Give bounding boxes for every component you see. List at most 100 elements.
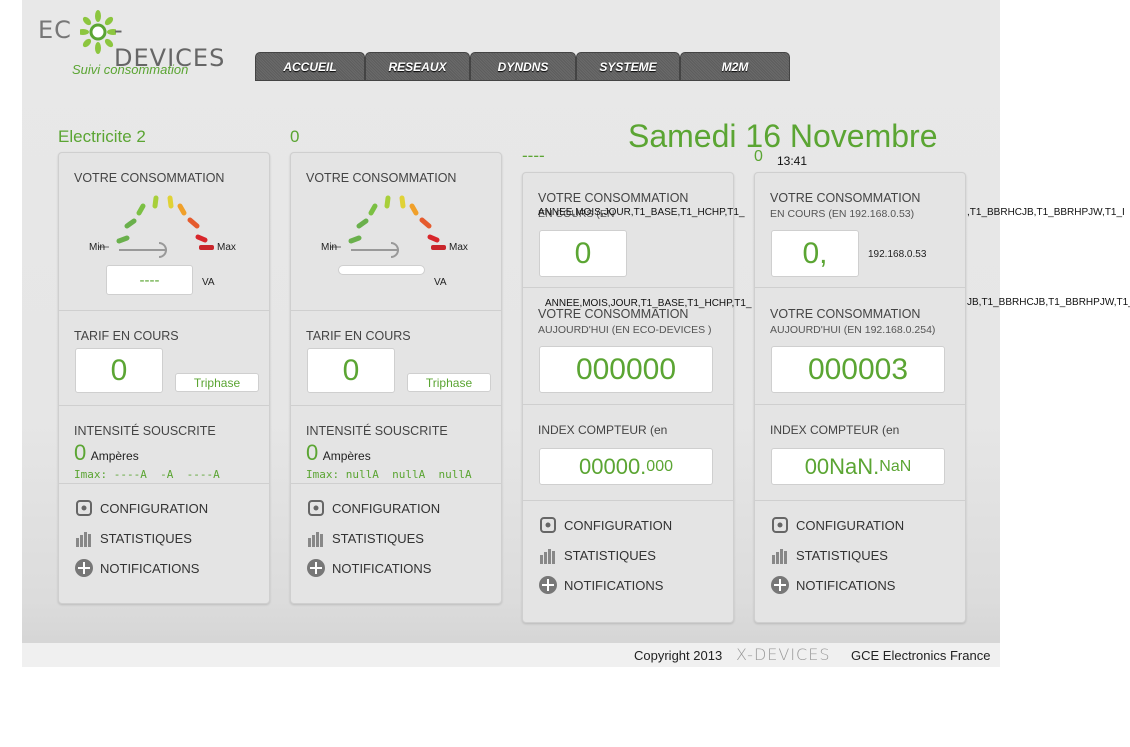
tarif-section: TARIF EN COURS 0 Triphase [59, 311, 269, 406]
gauge-min: Min [89, 242, 106, 253]
today-sub: AUJOURD'HUI (EN 192.168.0.254) [770, 324, 936, 336]
index-section: INDEX COMPTEUR (en 00000. 000 [523, 405, 733, 501]
menu-statistiques[interactable]: STATISTIQUES [306, 528, 424, 548]
card-4-overlay-top: ,T1_BBRHCJB,T1_BBRHPJW,T1_I [967, 207, 1125, 218]
menu-statistiques[interactable]: STATISTIQUES [770, 545, 888, 565]
menu-notifications-label: NOTIFICATIONS [796, 577, 896, 593]
menu-statistiques-label: STATISTIQUES [796, 547, 888, 563]
configuration-icon [538, 515, 558, 535]
menu-notifications-label: NOTIFICATIONS [100, 560, 200, 576]
tarif-type: Triphase [407, 373, 491, 392]
intensity-value: 0 [74, 440, 87, 465]
card-3-title: ---- [522, 146, 545, 165]
menu-statistiques-label: STATISTIQUES [564, 547, 656, 563]
current-consumption-section: VOTRE CONSOMMATION EN COURS (EN 192.168.… [755, 173, 965, 288]
footer-xdevices-logo[interactable]: X-DEVICES [736, 645, 830, 664]
current-value: 0, [771, 230, 859, 277]
tab-systeme[interactable]: SYSTEME [576, 52, 680, 81]
page: EC -DEVICES Suivi consommation ACCUEIL R… [22, 0, 1000, 667]
consumption-label: VOTRE CONSOMMATION [74, 171, 225, 185]
today-value: 000000 [539, 346, 713, 393]
consumption-label: VOTRE CONSOMMATION [770, 191, 921, 205]
today-label: VOTRE CONSOMMATION [538, 307, 689, 321]
menu-notifications[interactable]: NOTIFICATIONS [306, 558, 431, 578]
tarif-value: 0 [75, 348, 163, 393]
tarif-label: TARIF EN COURS [306, 329, 411, 343]
menu-configuration-label: CONFIGURATION [332, 500, 441, 516]
menu-configuration[interactable]: CONFIGURATION [770, 515, 904, 535]
tarif-section: TARIF EN COURS 0 Triphase [291, 311, 501, 406]
gauge-unit: VA [202, 277, 215, 288]
menu-notifications[interactable]: NOTIFICATIONS [770, 575, 895, 595]
statistics-icon [538, 545, 558, 565]
intensity-unit: Ampères [90, 449, 139, 463]
configuration-icon [770, 515, 790, 535]
consumption-label: VOTRE CONSOMMATION [538, 191, 689, 205]
consumption-section: VOTRE CONSOMMATION Min Max [291, 153, 501, 311]
menu-configuration[interactable]: CONFIGURATION [74, 498, 208, 518]
header-zero: 0 [754, 148, 763, 165]
menu-section: CONFIGURATION STATISTIQUES NOTIFICATIONS [291, 484, 501, 594]
index-value-box: 00000. 000 [539, 448, 713, 485]
statistics-icon [74, 528, 94, 548]
tab-accueil[interactable]: ACCUEIL [255, 52, 365, 81]
logo-text-left: EC [38, 16, 72, 44]
intensity-unit: Ampères [322, 449, 371, 463]
card-2-title: 0 [290, 127, 300, 146]
menu-statistiques[interactable]: STATISTIQUES [538, 545, 656, 565]
consumption-section: VOTRE CONSOMMATION Min Max [59, 153, 269, 311]
menu-statistiques[interactable]: STATISTIQUES [74, 528, 192, 548]
today-section: ANNEE,MOIS,JOUR,T1_BASE,T1_HCHP,T1_ VOTR… [523, 288, 752, 405]
side-ip: 192.168.0.53 [868, 249, 927, 260]
main-nav: ACCUEIL RESEAUX DYNDNS SYSTEME M2M [255, 52, 790, 81]
consumption-label: VOTRE CONSOMMATION [306, 171, 457, 185]
statistics-icon [770, 545, 790, 565]
tarif-label: TARIF EN COURS [74, 329, 179, 343]
index-value-box: 00NaN. NaN [771, 448, 945, 485]
menu-configuration-label: CONFIGURATION [100, 500, 209, 516]
intensity-section: INTENSITÉ SOUSCRITE 0 Ampères Imax: ----… [59, 406, 269, 484]
plus-circle-icon [538, 575, 558, 595]
card-1-title: Electricite 2 [58, 127, 146, 146]
gauge-max: Max [217, 242, 236, 253]
imax-values: Imax: ----A -A ----A [74, 468, 220, 481]
current-consumption-section: VOTRE CONSOMMATION EN COURS (EN ANNEE,MO… [523, 173, 745, 288]
footer-copyright: Copyright 2013 [634, 648, 723, 663]
today-label: VOTRE CONSOMMATION [770, 307, 921, 321]
menu-configuration[interactable]: CONFIGURATION [306, 498, 440, 518]
menu-notifications[interactable]: NOTIFICATIONS [538, 575, 663, 595]
tab-m2m[interactable]: M2M [680, 52, 790, 81]
index-label: INDEX COMPTEUR (en [770, 423, 900, 437]
today-value: 000003 [771, 346, 945, 393]
overlay-top: ANNEE,MOIS,JOUR,T1_BASE,T1_HCHP,T1_ [538, 207, 745, 218]
menu-notifications-label: NOTIFICATIONS [332, 560, 432, 576]
gauge-min: Min [321, 242, 338, 253]
card-2: VOTRE CONSOMMATION Min Max VA TARIF EN C… [290, 152, 502, 604]
menu-notifications[interactable]: NOTIFICATIONS [74, 558, 199, 578]
intensity-label: INTENSITÉ SOUSCRITE [306, 424, 448, 438]
menu-configuration-label: CONFIGURATION [796, 517, 905, 533]
intensity-row: 0 Ampères [74, 440, 139, 466]
card-electricite-2: VOTRE CONSOMMATION Min Max ---- VA TARIF… [58, 152, 270, 604]
menu-configuration[interactable]: CONFIGURATION [538, 515, 672, 535]
plus-circle-icon [74, 558, 94, 578]
statistics-icon [306, 528, 326, 548]
tarif-type: Triphase [175, 373, 259, 392]
gauge-unit: VA [434, 277, 447, 288]
consumption-sub: EN COURS (EN 192.168.0.53) [770, 208, 915, 220]
tarif-value: 0 [307, 348, 395, 393]
tab-dyndns[interactable]: DYNDNS [470, 52, 576, 81]
gauge-value [338, 265, 425, 275]
tab-reseaux[interactable]: RESEAUX [365, 52, 470, 81]
menu-notifications-label: NOTIFICATIONS [564, 577, 664, 593]
menu-statistiques-label: STATISTIQUES [332, 530, 424, 546]
gauge-value: ---- [106, 265, 193, 295]
current-time: 13:41 [777, 154, 808, 168]
menu-statistiques-label: STATISTIQUES [100, 530, 192, 546]
menu-section: CONFIGURATION STATISTIQUES NOTIFICATIONS [523, 501, 733, 621]
menu-section: CONFIGURATION STATISTIQUES NOTIFICATIONS [59, 484, 269, 594]
configuration-icon [74, 498, 94, 518]
today-sub: AUJOURD'HUI (EN ECO-DEVICES ) [538, 324, 712, 336]
current-date: Samedi 16 Novembre [628, 118, 938, 154]
gauge-max: Max [449, 242, 468, 253]
